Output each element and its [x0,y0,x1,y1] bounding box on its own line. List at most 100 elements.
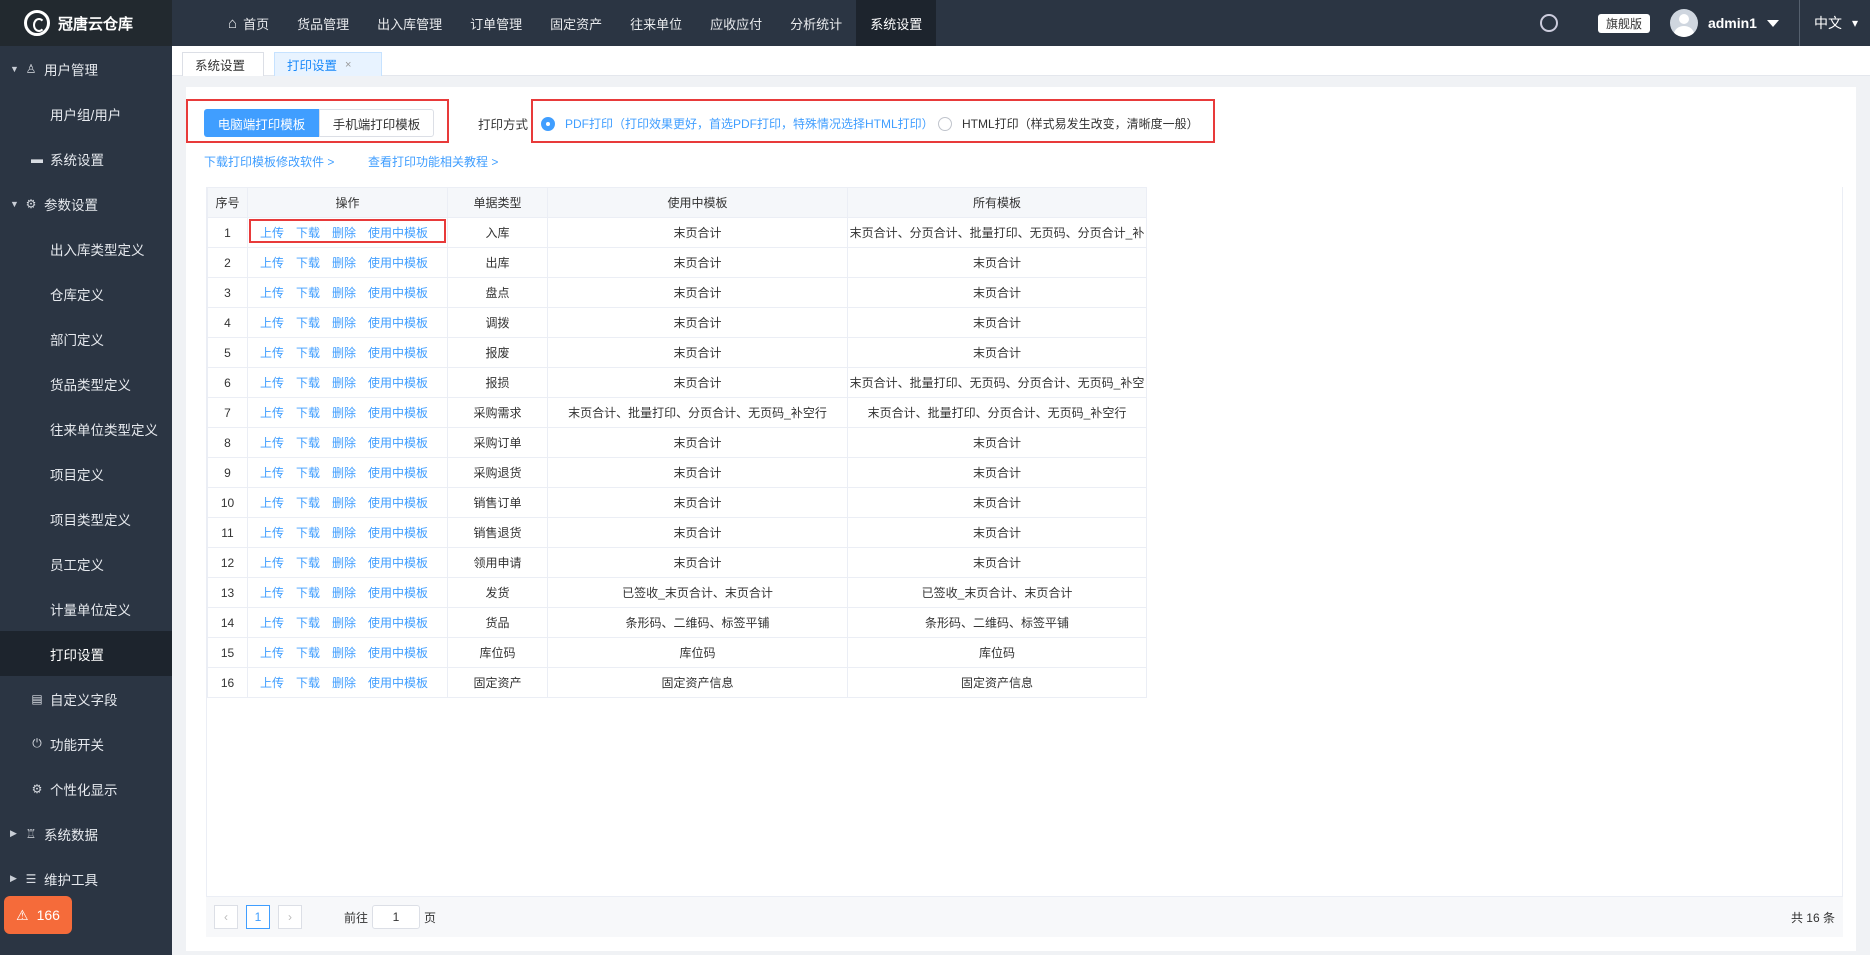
sidebar-item-feature-switch[interactable]: ⏻ 功能开关 [0,721,172,766]
upload-link[interactable]: 上传 [260,526,284,540]
set-active-link[interactable]: 使用中模板 [368,226,428,240]
sidebar-group-user-mgmt[interactable]: ▼ ♙ 用户管理 [0,46,172,91]
upload-link[interactable]: 上传 [260,316,284,330]
sidebar-item-department[interactable]: 部门定义 [0,316,172,361]
delete-link[interactable]: 删除 [332,436,356,450]
upload-link[interactable]: 上传 [260,346,284,360]
delete-link[interactable]: 删除 [332,496,356,510]
delete-link[interactable]: 删除 [332,286,356,300]
download-link[interactable]: 下载 [296,526,320,540]
upload-link[interactable]: 上传 [260,496,284,510]
delete-link[interactable]: 删除 [332,376,356,390]
set-active-link[interactable]: 使用中模板 [368,616,428,630]
sidebar-group-system-data[interactable]: ▶ ♖ 系统数据 [0,811,172,856]
download-link[interactable]: 下载 [296,556,320,570]
upload-link[interactable]: 上传 [260,256,284,270]
sidebar-item-user-group[interactable]: 用户组/用户 [0,91,172,136]
goto-page-input[interactable] [372,905,421,929]
set-active-link[interactable]: 使用中模板 [368,256,428,270]
delete-link[interactable]: 删除 [332,676,356,690]
sidebar-item-warehouse[interactable]: 仓库定义 [0,271,172,316]
nav-partners[interactable]: 往来单位 [616,0,696,46]
sidebar-item-personalize[interactable]: ⚙ 个性化显示 [0,766,172,811]
sidebar-item-unit[interactable]: 计量单位定义 [0,586,172,631]
nav-system-settings[interactable]: 系统设置 [856,0,937,46]
set-active-link[interactable]: 使用中模板 [368,376,428,390]
user-name[interactable]: admin1 [1708,15,1757,31]
close-icon[interactable]: × [345,59,351,71]
tab-system-settings[interactable]: 系统设置 [182,52,264,76]
sidebar-item-employee[interactable]: 员工定义 [0,541,172,586]
sidebar-item-project[interactable]: 项目定义 [0,451,172,496]
set-active-link[interactable]: 使用中模板 [368,676,428,690]
set-active-link[interactable]: 使用中模板 [368,526,428,540]
sidebar-group-params[interactable]: ▼ ⚙ 参数设置 [0,181,172,226]
set-active-link[interactable]: 使用中模板 [368,556,428,570]
download-software-link[interactable]: 下载打印模板修改软件 > [204,153,334,170]
upload-link[interactable]: 上传 [260,436,284,450]
set-active-link[interactable]: 使用中模板 [368,316,428,330]
nav-home[interactable]: ⌂ 首页 [214,0,283,46]
delete-link[interactable]: 删除 [332,616,356,630]
theme-icon[interactable] [1539,14,1558,32]
upload-link[interactable]: 上传 [260,616,284,630]
pdf-print-radio[interactable]: PDF打印（打印效果更好，首选PDF打印，特殊情况选择HTML打印） [541,115,934,132]
download-link[interactable]: 下载 [296,436,320,450]
download-link[interactable]: 下载 [296,316,320,330]
chevron-down-icon[interactable]: ▾ [1852,16,1870,30]
delete-link[interactable]: 删除 [332,316,356,330]
download-link[interactable]: 下载 [296,586,320,600]
nav-receivables[interactable]: 应收应付 [696,0,776,46]
upload-link[interactable]: 上传 [260,406,284,420]
tutorial-link[interactable]: 查看打印功能相关教程 > [368,153,498,170]
delete-link[interactable]: 删除 [332,646,356,660]
avatar[interactable] [1669,9,1698,37]
alarm-badge[interactable]: ⚠ 166 [4,896,72,934]
upload-link[interactable]: 上传 [260,556,284,570]
nav-analytics[interactable]: 分析统计 [776,0,856,46]
nav-goods[interactable]: 货品管理 [283,0,363,46]
sidebar-item-io-type[interactable]: 出入库类型定义 [0,226,172,271]
download-link[interactable]: 下载 [296,226,320,240]
tab-print-settings[interactable]: 打印设置 × [274,52,382,76]
upload-link[interactable]: 上传 [260,466,284,480]
download-link[interactable]: 下载 [296,616,320,630]
set-active-link[interactable]: 使用中模板 [368,496,428,510]
delete-link[interactable]: 删除 [332,586,356,600]
delete-link[interactable]: 删除 [332,406,356,420]
upload-link[interactable]: 上传 [260,676,284,690]
delete-link[interactable]: 删除 [332,466,356,480]
sidebar-item-partner-type[interactable]: 往来单位类型定义 [0,406,172,451]
app-logo[interactable]: 冠唐云仓库 [0,0,172,46]
download-link[interactable]: 下载 [296,376,320,390]
set-active-link[interactable]: 使用中模板 [368,466,428,480]
sidebar-item-custom-fields[interactable]: ▤ 自定义字段 [0,676,172,721]
language-switch[interactable]: 中文 [1798,0,1852,46]
chevron-down-icon[interactable] [1766,19,1779,27]
delete-link[interactable]: 删除 [332,526,356,540]
set-active-link[interactable]: 使用中模板 [368,586,428,600]
set-active-link[interactable]: 使用中模板 [368,646,428,660]
upload-link[interactable]: 上传 [260,286,284,300]
nav-stock-io[interactable]: 出入库管理 [363,0,456,46]
page-number-button[interactable]: 1 [246,905,270,929]
download-link[interactable]: 下载 [296,346,320,360]
delete-link[interactable]: 删除 [332,256,356,270]
set-active-link[interactable]: 使用中模板 [368,436,428,450]
set-active-link[interactable]: 使用中模板 [368,406,428,420]
nav-fixed-assets[interactable]: 固定资产 [536,0,616,46]
set-active-link[interactable]: 使用中模板 [368,286,428,300]
delete-link[interactable]: 删除 [332,556,356,570]
sidebar-item-project-type[interactable]: 项目类型定义 [0,496,172,541]
download-link[interactable]: 下载 [296,286,320,300]
delete-link[interactable]: 删除 [332,346,356,360]
mobile-template-button[interactable]: 手机端打印模板 [319,109,434,137]
upload-link[interactable]: 上传 [260,646,284,660]
sidebar-group-maint-tools[interactable]: ▶ ☰ 维护工具 [0,856,172,901]
download-link[interactable]: 下载 [296,466,320,480]
sidebar-item-print-settings[interactable]: 打印设置 [0,631,172,676]
pc-template-button[interactable]: 电脑端打印模板 [204,109,319,137]
next-page-button[interactable]: › [278,905,302,929]
download-link[interactable]: 下载 [296,646,320,660]
download-link[interactable]: 下载 [296,676,320,690]
